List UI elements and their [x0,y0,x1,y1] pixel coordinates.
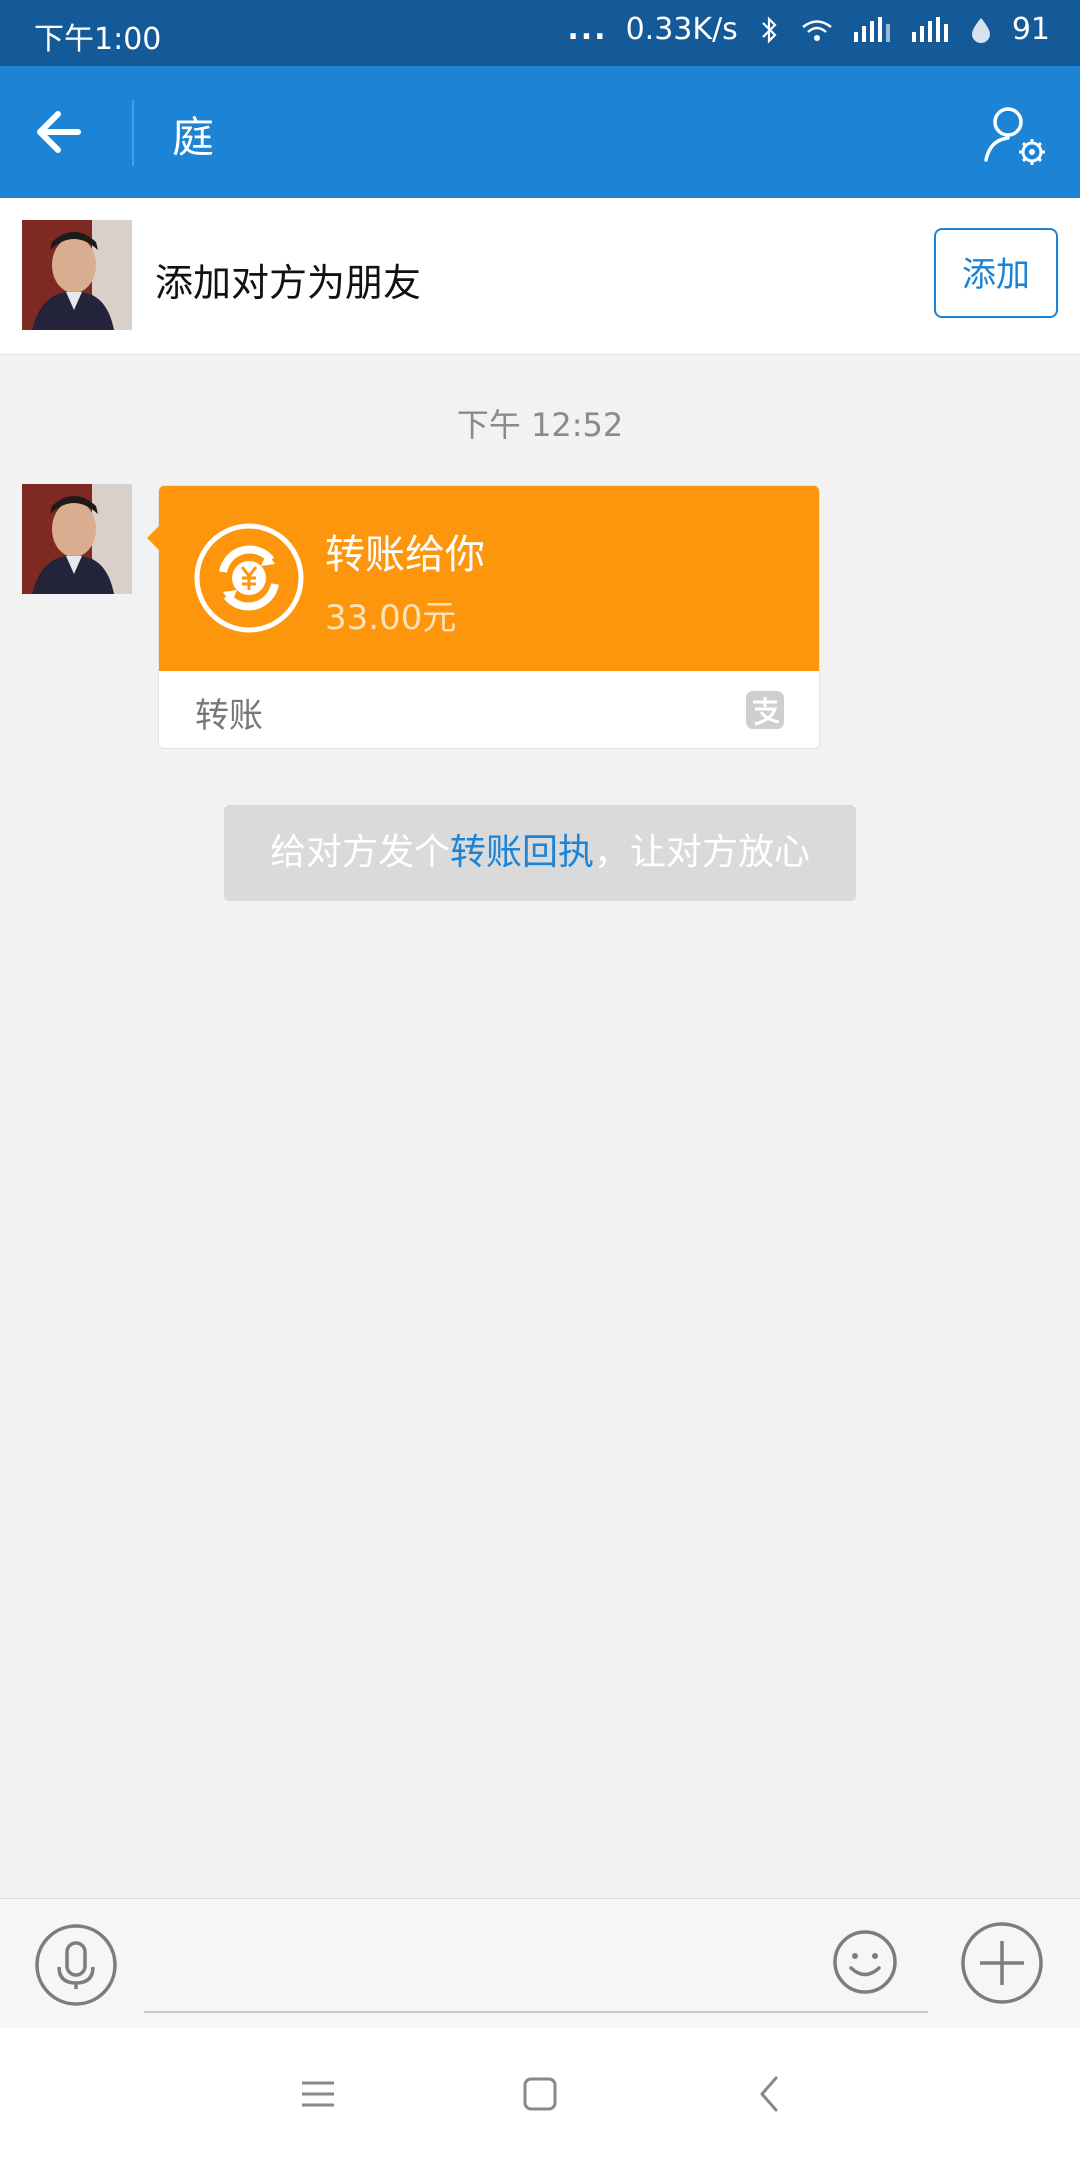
home-icon[interactable] [518,2072,562,2116]
add-friend-button[interactable]: 添加 [934,228,1058,318]
avatar[interactable] [22,220,132,330]
menu-icon[interactable] [296,2072,340,2116]
back-icon[interactable] [748,2072,792,2116]
add-friend-text: 添加对方为朋友 [155,261,422,305]
avatar-photo [22,220,132,330]
add-friend-bar: 添加对方为朋友 添加 [0,198,1080,355]
alipay-icon [746,691,784,729]
nav-bar: 庭 [0,66,1080,198]
receipt-tip-suffix: ，让对方放心 [594,832,811,873]
signal-icon-2 [911,16,948,42]
transfer-message-card[interactable]: 转账给你 33.00元 转账 [147,485,820,749]
battery-drop-icon [971,17,990,43]
voice-icon[interactable] [34,1923,118,2007]
nav-divider [132,100,134,166]
transfer-amount: 33.00元 [325,598,457,638]
chat-title: 庭 [172,113,215,162]
receipt-tip: 给对方发个转账回执，让对方放心 [224,805,856,901]
input-bar [0,1898,1080,2029]
notification-dots: ... [567,12,608,47]
signal-icon-1 [853,16,890,42]
message-input[interactable] [144,1929,928,2013]
emoji-icon[interactable] [832,1929,898,1995]
transfer-card-header: 转账给你 33.00元 [159,486,819,671]
yuan-transfer-icon [194,523,304,633]
profile-settings-icon[interactable] [980,100,1050,170]
avatar-photo [22,484,132,594]
status-icons: ... 0.33K/s 91 [567,12,1050,47]
sender-avatar[interactable] [22,484,132,594]
status-bar: 下午1:00 ... 0.33K/s 91 [0,0,1080,66]
transfer-title: 转账给你 [325,532,485,578]
status-time: 下午1:00 [34,22,162,57]
plus-icon[interactable] [960,1921,1044,2005]
wifi-icon [802,19,832,41]
transfer-label: 转账 [195,696,263,736]
bluetooth-icon [762,15,777,44]
transfer-receipt-link[interactable]: 转账回执 [450,832,594,873]
network-speed: 0.33K/s [625,12,738,47]
receipt-tip-prefix: 给对方发个 [269,832,450,873]
message-timestamp: 下午 12:52 [456,406,624,444]
system-nav-bar [0,2028,1080,2160]
back-arrow-icon[interactable] [28,96,108,168]
battery-level: 91 [1011,12,1050,47]
